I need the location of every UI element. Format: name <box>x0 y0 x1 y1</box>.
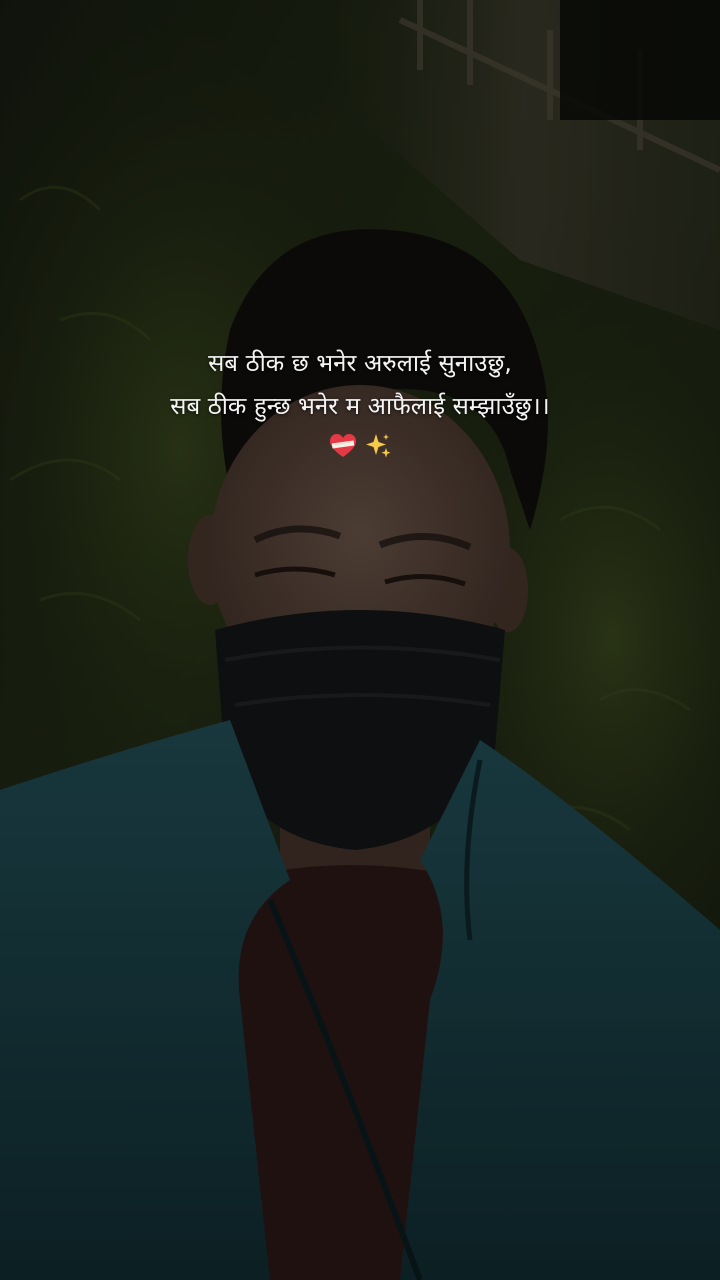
caption-text-block: सब ठीक छ भनेर अरुलाई सुनाउछु, सब ठीक हुन… <box>0 342 720 464</box>
sparkles-icon <box>364 433 392 458</box>
caption-line-1: सब ठीक छ भनेर अरुलाई सुनाउछु, <box>208 349 512 377</box>
background-photo <box>0 0 720 1280</box>
caption-line-2: सब ठीक हुन्छ भनेर म आफैलाई सम्झाउँछु।। <box>170 392 550 420</box>
mending-heart-icon <box>329 433 364 458</box>
caption-emojis <box>0 428 720 464</box>
story-frame: सब ठीक छ भनेर अरुलाई सुनाउछु, सब ठीक हुन… <box>0 0 720 1280</box>
